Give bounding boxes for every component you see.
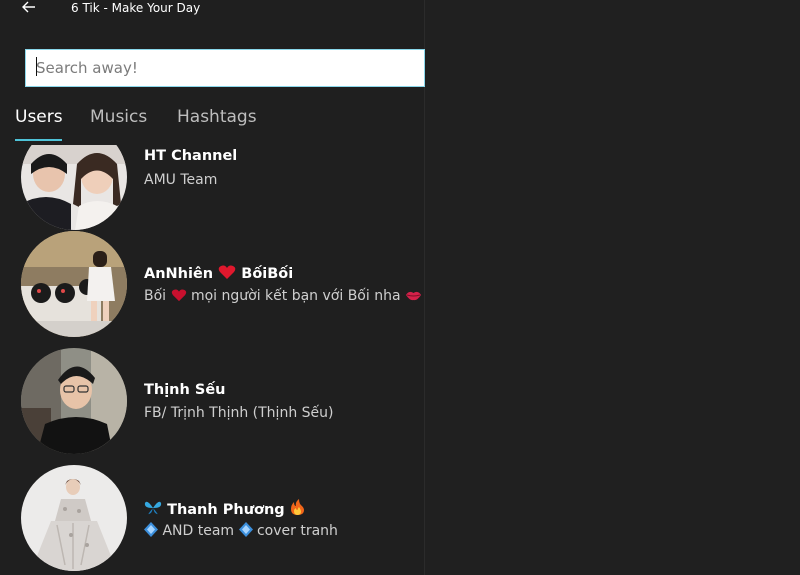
list-item[interactable]: Thịnh Sếu FB/ Trịnh Thịnh (Thịnh Sếu) — [0, 348, 425, 458]
user-bio: AMU Team — [144, 172, 218, 188]
user-name: HT Channel — [144, 148, 238, 164]
blue-diamond-icon — [238, 522, 253, 537]
fire-icon — [290, 499, 304, 515]
heart-icon — [171, 289, 186, 302]
avatar — [21, 465, 127, 571]
avatar — [21, 145, 127, 230]
title-bar: 6 Tik - Make Your Day — [0, 0, 425, 18]
user-bio-part: mọi người kết bạn với Bối nha — [190, 288, 401, 304]
active-tab-indicator — [15, 139, 62, 141]
user-list[interactable]: HT Channel AMU Team AnNhiên BốiBối Bối m… — [0, 145, 425, 575]
user-bio-part: AND team — [162, 523, 235, 539]
blue-diamond-icon — [144, 522, 158, 537]
tab-musics[interactable]: Musics — [90, 107, 147, 127]
kiss-lips-icon — [405, 291, 421, 301]
user-name: Thịnh Sếu — [144, 382, 226, 398]
butterfly-icon — [144, 501, 162, 515]
tab-hashtags[interactable]: Hashtags — [177, 107, 257, 127]
app-window: 6 Tik - Make Your Day Users Musics Hasht… — [0, 0, 425, 575]
right-empty-pane — [425, 0, 800, 575]
list-item[interactable]: AnNhiên BốiBối Bối mọi người kết bạn với… — [0, 231, 425, 341]
search-input[interactable] — [26, 50, 424, 86]
tab-users[interactable]: Users — [15, 107, 63, 127]
user-bio: AND team cover tranh — [144, 522, 338, 539]
user-name: AnNhiên BốiBối — [144, 265, 293, 282]
heart-icon — [218, 265, 236, 279]
user-bio-part: cover tranh — [256, 523, 338, 539]
list-item[interactable]: Thanh Phương AND team cover tranh — [0, 465, 425, 575]
text-caret — [36, 57, 37, 76]
list-item[interactable]: HT Channel AMU Team — [0, 145, 425, 242]
user-bio: Bối mọi người kết bạn với Bối nha — [144, 288, 422, 304]
user-name-part: Thanh Phương — [167, 502, 285, 518]
user-name-part: AnNhiên — [144, 266, 214, 282]
user-bio-part: Bối — [144, 288, 167, 304]
user-name-part: BốiBối — [241, 266, 294, 282]
user-name: Thanh Phương — [144, 499, 305, 518]
user-bio: FB/ Trịnh Thịnh (Thịnh Sếu) — [144, 405, 334, 421]
app-title: 6 Tik - Make Your Day — [71, 1, 201, 15]
search-box[interactable] — [25, 49, 425, 87]
avatar — [21, 348, 127, 454]
back-arrow-icon[interactable] — [20, 0, 38, 16]
avatar — [21, 231, 127, 337]
